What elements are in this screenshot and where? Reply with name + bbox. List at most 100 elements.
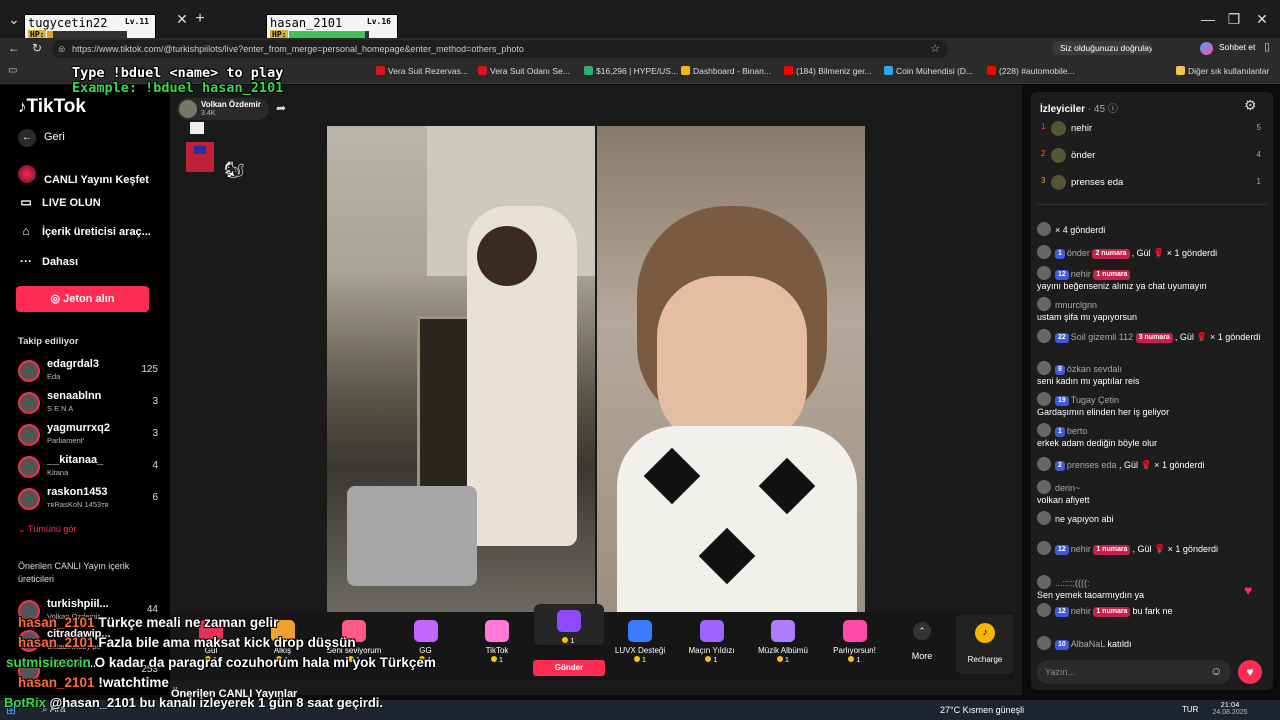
chat-username[interactable]: özkan sevdalı	[1067, 364, 1122, 374]
viewers-count: · 45	[1087, 104, 1106, 115]
back-link[interactable]: ← Geri	[18, 129, 65, 147]
more-gifts-button[interactable]: ⌃ More	[900, 622, 944, 664]
verify-button[interactable]: Siz olduğunuzu doğrulayın	[1052, 41, 1152, 55]
chat-button[interactable]: Sohbet et	[1219, 42, 1255, 52]
avatar	[18, 456, 40, 478]
minimize-icon[interactable]: —	[1198, 9, 1218, 29]
rank-badge: 1 numara	[1093, 545, 1131, 555]
top-viewer-row[interactable]: 3 prenses eda 1	[1041, 175, 1261, 193]
chat-username[interactable]: derin~	[1055, 483, 1080, 493]
gift-item[interactable]: LUVX Desteği 1	[605, 620, 675, 664]
share-icon[interactable]: ➦	[276, 101, 286, 115]
host-avatar	[179, 100, 197, 118]
reload-icon[interactable]: ↻	[32, 41, 42, 55]
rank-badge: 1 numara	[1093, 270, 1131, 280]
bookmark-favicon-icon	[584, 66, 593, 75]
chat-username[interactable]: berto	[1067, 426, 1088, 436]
following-subtitle: S E N A	[47, 404, 74, 413]
url-field[interactable]: ⊜ https://www.tiktok.com/@turkishpiilots…	[52, 40, 948, 58]
following-name: __kitanaa_	[47, 454, 104, 466]
chat-username[interactable]: Tugay Çetin	[1071, 395, 1119, 405]
gift-icon	[413, 620, 438, 642]
favorite-star-icon[interactable]: ☆	[930, 40, 940, 58]
restore-icon[interactable]: ❐	[1224, 9, 1244, 29]
tiktok-logo[interactable]: ♪TikTok	[18, 96, 86, 118]
gift-item[interactable]: Müzik Albümü 1	[748, 620, 818, 664]
site-info-icon[interactable]: ⊜	[58, 40, 66, 58]
top-viewer-row[interactable]: 2 önder 4	[1041, 148, 1261, 166]
overlay-chat-text: Fazla bile ama maksat kick drop düşsün	[98, 635, 356, 650]
gift-item[interactable]: TikTok 1	[462, 620, 532, 664]
copilot-icon[interactable]	[1200, 42, 1213, 55]
chat-username[interactable]: nehir	[1071, 269, 1091, 279]
chat-username[interactable]: Soil gizemli 112	[1071, 332, 1133, 342]
bookmark-item[interactable]: Vera Suit Odanı Se...	[478, 66, 570, 76]
like-heart-button[interactable]: ♥	[1238, 660, 1262, 684]
gift-item[interactable]: Parlıyorsun! 1	[820, 620, 890, 664]
close-window-icon[interactable]: ✕	[1252, 9, 1272, 29]
other-bookmarks[interactable]: Diğer sık kullanılanlar	[1176, 66, 1269, 76]
avatar	[1037, 245, 1051, 259]
bot-message: BotRix @hasan_2101 bu kanalı izleyerek 1…	[4, 695, 383, 710]
bookmark-item[interactable]: Coin Mühendisi (D...	[884, 66, 973, 76]
apps-icon[interactable]: ▭	[8, 65, 17, 76]
close-tab-icon[interactable]: ✕	[172, 9, 192, 29]
chat-username[interactable]: nehir	[1071, 606, 1091, 616]
clock-time[interactable]: 21:04	[1210, 700, 1250, 709]
player-level: Lv.11	[124, 17, 149, 26]
chat-input[interactable]: Yazın...	[1037, 660, 1231, 684]
gift-name: TikTok	[485, 646, 509, 655]
get-coins-button[interactable]: ◎ Jeton alın	[16, 286, 149, 312]
gift-cost: 1	[748, 655, 818, 664]
chat-username[interactable]: prenses eda	[1067, 460, 1117, 470]
sidebar-toggle-icon[interactable]: ▯	[1264, 40, 1270, 53]
send-gift-button[interactable]: Gönder	[533, 660, 605, 676]
following-item[interactable]: senaablnn S E N A 3	[18, 390, 158, 418]
info-icon[interactable]: ⓘ	[1108, 104, 1118, 115]
top-viewer-row[interactable]: 1 nehir 5	[1041, 121, 1261, 139]
chat-username[interactable]: nehir	[1071, 544, 1091, 554]
tab-list-icon[interactable]: ⌄	[4, 9, 24, 29]
bookmark-item[interactable]: (228) #automobile...	[987, 66, 1075, 76]
following-item[interactable]: yagmurrxq2 Parliament' 3	[18, 422, 158, 450]
host-chip[interactable]: Volkan Özdemir 3.4K	[177, 98, 269, 120]
bookmark-item[interactable]: $16,296 | HYPE/US...	[584, 66, 678, 76]
explore-live-link[interactable]: CANLI Yayını Keşfet	[18, 165, 149, 186]
gift-item[interactable]: 1	[533, 604, 604, 645]
go-live-link[interactable]: ▭ LIVE OLUN	[18, 195, 100, 209]
creator-tools-link[interactable]: ⌂ İçerik üreticisi araç...	[18, 224, 151, 238]
game-instructions: Type !bduel <name> to play Example: !bdu…	[72, 66, 283, 96]
coin-icon	[848, 656, 855, 662]
see-all-link[interactable]: ⌄ Tümünü gör	[18, 524, 76, 535]
bookmark-item[interactable]: Vera Suit Rezervas...	[376, 66, 468, 76]
chat-username[interactable]: önder	[1067, 248, 1090, 258]
language-indicator[interactable]: TUR	[1182, 705, 1198, 714]
settings-gear-icon[interactable]: ⚙	[1244, 97, 1257, 114]
gift-item[interactable]: Maçın Yıldızı 1	[677, 620, 747, 664]
new-tab-icon[interactable]: +	[190, 9, 210, 29]
chat-username[interactable]: AlbaNaL	[1071, 639, 1105, 649]
emoji-icon[interactable]: ☺	[1210, 664, 1222, 678]
chat-text: volkan afiyett	[1037, 495, 1090, 505]
following-item[interactable]: edagrdal3 Eda 125	[18, 358, 158, 386]
creator-tools-label: İçerik üreticisi araç...	[42, 226, 151, 238]
avatar	[18, 424, 40, 446]
bookmark-item[interactable]: (184) Bilmeniz ger...	[784, 66, 872, 76]
level-badge: 1	[1055, 249, 1065, 259]
recharge-button[interactable]: ♪ Recharge	[956, 614, 1014, 674]
viewer-count: 6	[152, 492, 158, 503]
clock-date: 24.08.2025	[1212, 709, 1248, 716]
back-icon[interactable]: ←	[8, 41, 20, 55]
following-item[interactable]: raskon1453 ᴛʀRasKoN 1453ᴛʀ 6	[18, 486, 158, 514]
chat-username[interactable]: mnurclgnn	[1055, 300, 1097, 310]
more-dots-icon: ···	[20, 254, 32, 268]
chat-username[interactable]: ...::::;((((:	[1055, 578, 1090, 588]
chat-text: ne yapıyon abi	[1055, 514, 1114, 524]
chat-message: 12 nehir 1 numara bu fark ne	[1037, 603, 1267, 617]
following-item[interactable]: __kitanaa_ Kitana 4	[18, 454, 158, 482]
more-link[interactable]: ··· Dahası	[18, 254, 78, 268]
bookmark-item[interactable]: Dashboard - Binan...	[681, 66, 771, 76]
avatar	[1037, 392, 1051, 406]
gift-name: Müzik Albümü	[758, 646, 808, 655]
weather-widget[interactable]: 27°C Kısmen güneşli	[940, 705, 1024, 715]
